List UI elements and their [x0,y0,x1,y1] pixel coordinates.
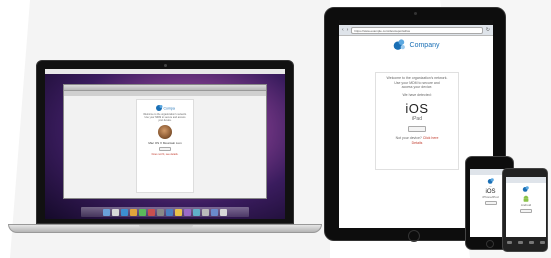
back-icon[interactable] [507,241,512,244]
laptop-screen: Company Welcome to the organization's ne… [45,69,285,219]
install-button[interactable] [408,126,426,132]
dock-app-icon[interactable] [211,209,218,216]
page-header: Company [339,36,493,60]
phone-url-bar[interactable] [506,177,546,183]
tablet-camera [414,12,417,15]
dock-app-icon[interactable] [184,209,191,216]
android-logo-icon [523,195,529,202]
company-logo-icon [522,186,529,192]
home-button[interactable] [408,230,420,242]
laptop-camera [164,64,167,67]
laptop-base [8,224,322,233]
dock-app-icon[interactable] [166,209,173,216]
company-name: Company [409,41,440,49]
forward-arrow-icon[interactable]: › [347,27,349,33]
os-label: Mac OS X Mountain Lion [148,141,182,145]
dock-app-icon[interactable] [121,209,128,216]
dock-app-icon[interactable] [103,209,110,216]
help-question: Not your device? [395,136,422,140]
dock-app-icon[interactable] [139,209,146,216]
details-link[interactable]: Details [376,141,458,146]
detected-label: We have detected: [402,92,432,97]
url-field[interactable]: https://www.example.com/deviceportal/ios [351,26,483,34]
company-logo-icon: Company [156,105,176,111]
laptop-notch [139,225,193,228]
home-button[interactable] [486,240,494,248]
android-screen: Android [506,177,546,237]
dock-app-icon[interactable] [193,209,200,216]
dock-app-icon[interactable] [130,209,137,216]
laptop-company-name: Company [164,107,176,111]
search-icon[interactable] [540,241,545,244]
home-icon[interactable] [518,241,523,244]
install-button[interactable] [484,201,497,205]
device-name: iPad [411,116,422,122]
os-name: iOS [405,101,429,116]
enrollment-page: Company Welcome to the organization's ne… [136,99,194,193]
mountain-lion-icon [158,125,172,139]
dock-app-icon[interactable] [175,209,182,216]
company-logo-icon [487,178,494,184]
help-link[interactable]: Click here [423,136,439,140]
company-logo: Company [393,38,440,52]
laptop-device: Company Welcome to the organization's ne… [8,60,322,240]
dock-app-icon[interactable] [148,209,155,216]
company-logo-icon [393,39,405,50]
android-nav-bar [507,241,545,247]
footer-link[interactable]: Does not fit, see details. [137,153,193,156]
reload-icon[interactable]: ↻ [486,27,490,33]
enrollment-card: Welcome to the organization's network. U… [375,72,459,170]
menu-icon[interactable] [529,241,534,244]
window-toolbar [64,91,266,96]
os-name: Android [520,203,532,207]
dock-trash-icon[interactable] [220,209,227,216]
dock-app-icon[interactable] [202,209,209,216]
laptop-lid: Company Welcome to the organization's ne… [36,60,294,224]
dock-app-icon[interactable] [112,209,119,216]
back-arrow-icon[interactable]: ‹ [342,27,344,33]
mac-dock [81,207,249,217]
company-logo [506,185,546,193]
install-button[interactable] [159,147,171,151]
mac-menubar [45,69,285,74]
welcome-text: your device. [158,119,172,122]
welcome-text: Welcome to the organization's network. [386,76,448,80]
browser-toolbar: ‹ › https://www.example.com/deviceportal… [339,25,493,36]
welcome-text: access your device. [401,85,433,89]
dock-app-icon[interactable] [157,209,164,216]
install-button[interactable] [520,209,532,213]
android-device: Android [502,168,548,252]
browser-window: Company Welcome to the organization's ne… [63,84,267,199]
